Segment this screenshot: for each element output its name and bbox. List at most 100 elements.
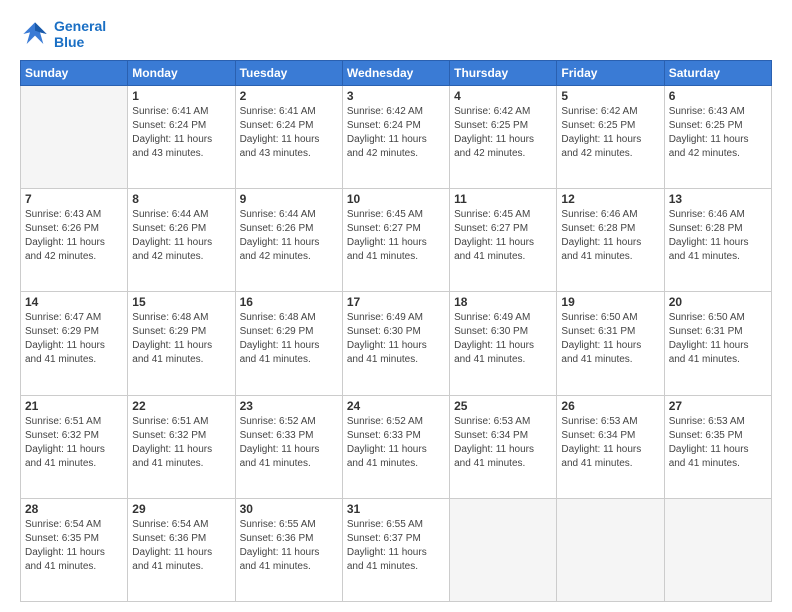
day-detail: Sunrise: 6:49 AMSunset: 6:30 PMDaylight:… — [454, 311, 552, 367]
day-detail: Sunrise: 6:51 AMSunset: 6:32 PMDaylight:… — [25, 415, 123, 471]
day-number: 8 — [132, 192, 230, 206]
calendar-cell: 22 Sunrise: 6:51 AMSunset: 6:32 PMDayligh… — [128, 395, 235, 498]
day-number: 13 — [669, 192, 767, 206]
day-number: 1 — [132, 89, 230, 103]
day-number: 20 — [669, 295, 767, 309]
calendar-cell: 1Sunrise: 6:41 AMSunset: 6:24 PMDaylight… — [128, 86, 235, 189]
day-number: 18 — [454, 295, 552, 309]
calendar-cell: 3 Sunrise: 6:42 AMSunset: 6:24 PMDaylight… — [342, 86, 449, 189]
day-number: 28 — [25, 502, 123, 516]
day-number: 16 — [240, 295, 338, 309]
day-number: 5 — [561, 89, 659, 103]
weekday-header: Tuesday — [235, 61, 342, 86]
calendar-cell: 6Sunrise: 6:43 AMSunset: 6:25 PMDaylight… — [664, 86, 771, 189]
calendar-cell: 19 Sunrise: 6:50 AMSunset: 6:31 PMDayligh… — [557, 292, 664, 395]
day-number: 9 — [240, 192, 338, 206]
day-detail: Sunrise: 6:55 AMSunset: 6:36 PMDaylight:… — [240, 518, 338, 574]
calendar-week-row: 14Sunrise: 6:47 AMSunset: 6:29 PMDayligh… — [21, 292, 772, 395]
day-number: 2 — [240, 89, 338, 103]
calendar-cell: 21 Sunrise: 6:51 AMSunset: 6:32 PMDayligh… — [21, 395, 128, 498]
weekday-header: Friday — [557, 61, 664, 86]
day-number: 29 — [132, 502, 230, 516]
calendar-cell: 24 Sunrise: 6:52 AMSunset: 6:33 PMDayligh… — [342, 395, 449, 498]
weekday-header: Thursday — [450, 61, 557, 86]
calendar-week-row: 1 Sunrise: 6:41 AMSunset: 6:24 PMDaylight… — [21, 86, 772, 189]
day-number: 14 — [25, 295, 123, 309]
day-detail: Sunrise: 6:42 AMSunset: 6:24 PMDaylight:… — [347, 105, 445, 161]
day-detail: Sunrise: 6:44 AMSunset: 6:26 PMDaylight:… — [132, 208, 230, 264]
weekday-header: Sunday — [21, 61, 128, 86]
day-number: 22 — [132, 399, 230, 413]
calendar-cell: 15 Sunrise: 6:48 AMSunset: 6:29 PMDayligh… — [128, 292, 235, 395]
day-detail: Sunrise: 6:42 AMSunset: 6:25 PMDaylight:… — [454, 105, 552, 161]
weekday-header: Saturday — [664, 61, 771, 86]
day-detail: Sunrise: 6:54 AMSunset: 6:36 PMDaylight:… — [132, 518, 230, 574]
day-detail: Sunrise: 6:53 AMSunset: 6:34 PMDaylight:… — [454, 415, 552, 471]
weekday-header: Wednesday — [342, 61, 449, 86]
calendar-cell: 7Sunrise: 6:43 AMSunset: 6:26 PMDaylight… — [21, 189, 128, 292]
calendar-cell: 17 Sunrise: 6:49 AMSunset: 6:30 PMDayligh… — [342, 292, 449, 395]
day-detail: Sunrise: 6:44 AMSunset: 6:26 PMDaylight:… — [240, 208, 338, 264]
day-number: 11 — [454, 192, 552, 206]
calendar-cell: 29 Sunrise: 6:54 AMSunset: 6:36 PMDayligh… — [128, 498, 235, 601]
day-detail: Sunrise: 6:48 AMSunset: 6:29 PMDaylight:… — [240, 311, 338, 367]
calendar-week-row: 21 Sunrise: 6:51 AMSunset: 6:32 PMDayligh… — [21, 395, 772, 498]
day-number: 25 — [454, 399, 552, 413]
day-number: 17 — [347, 295, 445, 309]
calendar-cell: 8 Sunrise: 6:44 AMSunset: 6:26 PMDaylight… — [128, 189, 235, 292]
calendar-cell: 10Sunrise: 6:45 AMSunset: 6:27 PMDayligh… — [342, 189, 449, 292]
day-detail: Sunrise: 6:50 AMSunset: 6:31 PMDaylight:… — [669, 311, 767, 367]
calendar-cell: 9 Sunrise: 6:44 AMSunset: 6:26 PMDaylight… — [235, 189, 342, 292]
calendar-cell: 23 Sunrise: 6:52 AMSunset: 6:33 PMDayligh… — [235, 395, 342, 498]
calendar-cell: 27Sunrise: 6:53 AMSunset: 6:35 PMDayligh… — [664, 395, 771, 498]
weekday-header: Monday — [128, 61, 235, 86]
logo-icon — [20, 19, 50, 49]
day-detail: Sunrise: 6:46 AMSunset: 6:28 PMDaylight:… — [669, 208, 767, 264]
calendar-cell: 18 Sunrise: 6:49 AMSunset: 6:30 PMDayligh… — [450, 292, 557, 395]
calendar-cell: 13 Sunrise: 6:46 AMSunset: 6:28 PMDayligh… — [664, 189, 771, 292]
day-detail: Sunrise: 6:54 AMSunset: 6:35 PMDaylight:… — [25, 518, 123, 574]
day-detail: Sunrise: 6:53 AMSunset: 6:34 PMDaylight:… — [561, 415, 659, 471]
day-number: 24 — [347, 399, 445, 413]
calendar-cell: 16 Sunrise: 6:48 AMSunset: 6:29 PMDayligh… — [235, 292, 342, 395]
calendar-cell: 31Sunrise: 6:55 AMSunset: 6:37 PMDayligh… — [342, 498, 449, 601]
day-detail: Sunrise: 6:52 AMSunset: 6:33 PMDaylight:… — [347, 415, 445, 471]
day-detail: Sunrise: 6:52 AMSunset: 6:33 PMDaylight:… — [240, 415, 338, 471]
header: General Blue — [20, 18, 772, 50]
calendar-cell: 2 Sunrise: 6:41 AMSunset: 6:24 PMDaylight… — [235, 86, 342, 189]
day-detail: Sunrise: 6:49 AMSunset: 6:30 PMDaylight:… — [347, 311, 445, 367]
calendar-week-row: 28 Sunrise: 6:54 AMSunset: 6:35 PMDayligh… — [21, 498, 772, 601]
day-number: 4 — [454, 89, 552, 103]
day-number: 12 — [561, 192, 659, 206]
calendar-cell — [21, 86, 128, 189]
day-detail: Sunrise: 6:42 AMSunset: 6:25 PMDaylight:… — [561, 105, 659, 161]
day-number: 19 — [561, 295, 659, 309]
day-detail: Sunrise: 6:48 AMSunset: 6:29 PMDaylight:… — [132, 311, 230, 367]
day-detail: Sunrise: 6:50 AMSunset: 6:31 PMDaylight:… — [561, 311, 659, 367]
calendar-cell: 12 Sunrise: 6:46 AMSunset: 6:28 PMDayligh… — [557, 189, 664, 292]
calendar-cell: 5 Sunrise: 6:42 AMSunset: 6:25 PMDaylight… — [557, 86, 664, 189]
day-number: 26 — [561, 399, 659, 413]
weekday-header-row: SundayMondayTuesdayWednesdayThursdayFrid… — [21, 61, 772, 86]
calendar-cell — [664, 498, 771, 601]
calendar-cell: 26 Sunrise: 6:53 AMSunset: 6:34 PMDayligh… — [557, 395, 664, 498]
day-detail: Sunrise: 6:51 AMSunset: 6:32 PMDaylight:… — [132, 415, 230, 471]
day-detail: Sunrise: 6:53 AMSunset: 6:35 PMDaylight:… — [669, 415, 767, 471]
calendar-cell — [450, 498, 557, 601]
day-detail: Sunrise: 6:41 AMSunset: 6:24 PMDaylight:… — [240, 105, 338, 161]
logo-text: General Blue — [54, 18, 106, 50]
day-number: 31 — [347, 502, 445, 516]
day-number: 30 — [240, 502, 338, 516]
day-number: 3 — [347, 89, 445, 103]
calendar-cell: 11Sunrise: 6:45 AMSunset: 6:27 PMDayligh… — [450, 189, 557, 292]
day-detail: Sunrise: 6:43 AMSunset: 6:26 PMDaylight:… — [25, 208, 123, 264]
day-number: 23 — [240, 399, 338, 413]
calendar-cell — [557, 498, 664, 601]
calendar-table: SundayMondayTuesdayWednesdayThursdayFrid… — [20, 60, 772, 602]
calendar-cell: 14Sunrise: 6:47 AMSunset: 6:29 PMDayligh… — [21, 292, 128, 395]
day-detail: Sunrise: 6:43 AMSunset: 6:25 PMDaylight:… — [669, 105, 767, 161]
page: General Blue SundayMondayTuesdayWednesda… — [0, 0, 792, 612]
day-number: 21 — [25, 399, 123, 413]
day-detail: Sunrise: 6:46 AMSunset: 6:28 PMDaylight:… — [561, 208, 659, 264]
day-number: 15 — [132, 295, 230, 309]
